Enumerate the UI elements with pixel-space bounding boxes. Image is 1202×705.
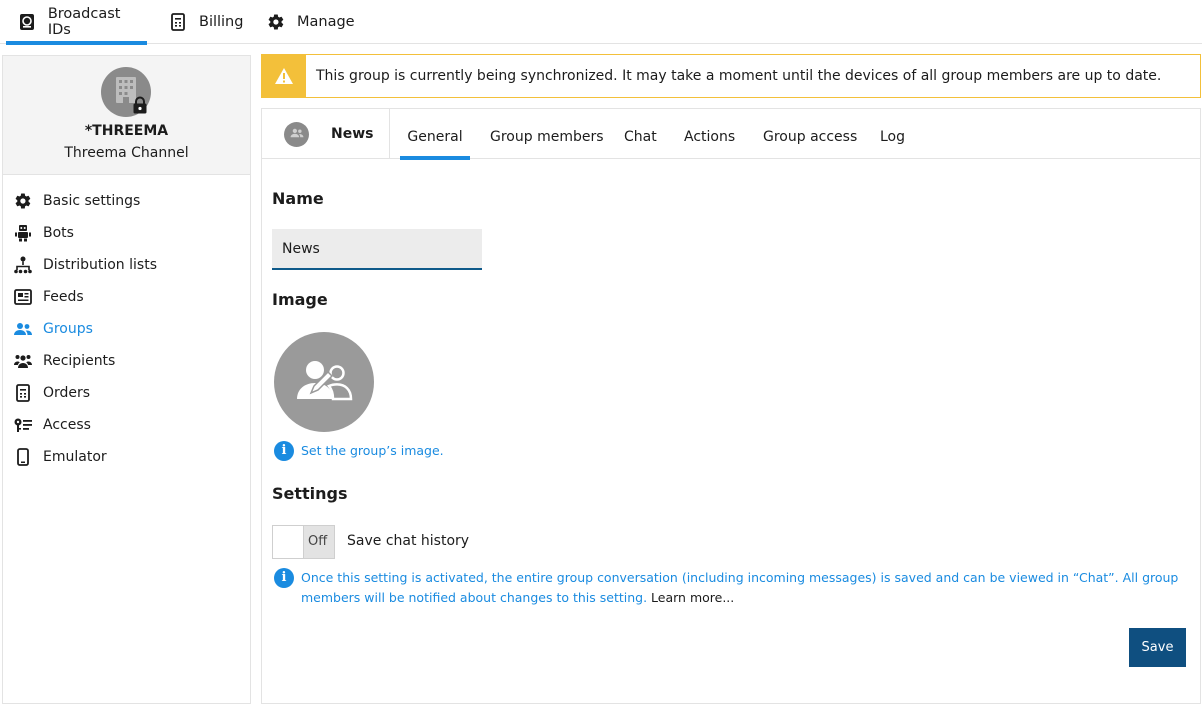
sidebar-item-recipients[interactable]: Recipients: [3, 345, 250, 377]
chat-hint-text: Once this setting is activated, the enti…: [301, 570, 1179, 605]
recipients-icon: [14, 352, 32, 370]
sidebar-item-label: Basic settings: [43, 193, 141, 209]
name-heading: Name: [272, 189, 324, 208]
sidebar-item-label: Emulator: [43, 449, 107, 465]
sidebar-item-groups[interactable]: Groups: [3, 313, 250, 345]
group-name: News: [331, 126, 374, 142]
robot-icon: [14, 224, 32, 242]
image-heading: Image: [272, 290, 328, 309]
tab-broadcast-ids[interactable]: Broadcast IDs: [6, 0, 147, 45]
tab-label: Broadcast IDs: [47, 6, 121, 38]
gear-icon: [267, 13, 285, 31]
sidebar-item-bots[interactable]: Bots: [3, 217, 250, 249]
orders-icon: [14, 384, 32, 402]
tab-billing[interactable]: Billing: [169, 0, 243, 44]
sidebar-item-feeds[interactable]: Feeds: [3, 281, 250, 313]
sync-warning-banner: This group is currently being synchroniz…: [261, 54, 1201, 98]
key-icon: [14, 416, 32, 434]
group-avatar: [284, 121, 309, 147]
learn-more-link[interactable]: Learn more...: [651, 590, 734, 605]
warning-icon: [262, 55, 306, 97]
lock-icon: [132, 96, 148, 114]
tab-log[interactable]: Log: [880, 109, 905, 159]
tab-actions[interactable]: Actions: [684, 109, 735, 159]
billing-icon: [169, 13, 187, 31]
sidebar-item-basic-settings[interactable]: Basic settings: [3, 185, 250, 217]
sidebar-item-label: Feeds: [43, 289, 84, 305]
account-type: Threema Channel: [64, 145, 189, 161]
sidebar: *THREEMA Threema Channel Basic settings …: [2, 55, 251, 704]
top-navigation: Broadcast IDs Billing Manage: [0, 0, 1202, 45]
sidebar-item-label: Groups: [43, 321, 93, 337]
sidebar-item-access[interactable]: Access: [3, 409, 250, 441]
save-chat-history-toggle[interactable]: Off: [272, 525, 335, 559]
toggle-label: Save chat history: [347, 533, 470, 549]
tab-group-members[interactable]: Group members: [490, 109, 604, 159]
image-hint-text: Set the group’s image.: [301, 443, 444, 458]
alert-message: This group is currently being synchroniz…: [316, 68, 1162, 84]
chat-history-hint: i Once this setting is activated, the en…: [274, 568, 1189, 608]
hierarchy-icon: [14, 256, 32, 274]
phone-icon: [14, 448, 32, 466]
group-tabs-bar: News General Group members Chat Actions …: [262, 109, 1200, 160]
tab-label: Billing: [199, 14, 244, 30]
group-name-input[interactable]: [272, 229, 482, 270]
sidebar-item-orders[interactable]: Orders: [3, 377, 250, 409]
sidebar-item-label: Recipients: [43, 353, 116, 369]
sidebar-item-emulator[interactable]: Emulator: [3, 441, 250, 473]
toggle-knob: [273, 526, 304, 558]
broadcast-id-icon: [18, 13, 36, 31]
group-title: News: [262, 109, 390, 159]
gear-icon: [14, 192, 32, 210]
save-button[interactable]: Save: [1129, 628, 1186, 667]
info-icon: i: [274, 441, 294, 461]
sidebar-item-label: Orders: [43, 385, 91, 401]
info-icon: i: [274, 568, 294, 588]
sidebar-menu: Basic settings Bots Distribution lists F…: [3, 175, 250, 473]
sidebar-item-label: Distribution lists: [43, 257, 157, 273]
group-panel: News General Group members Chat Actions …: [261, 108, 1201, 704]
edit-group-image-icon: [295, 359, 353, 405]
tab-general[interactable]: General: [400, 109, 470, 160]
sidebar-item-distribution-lists[interactable]: Distribution lists: [3, 249, 250, 281]
chat-hint-body: Once this setting is activated, the enti…: [301, 568, 1189, 608]
sidebar-item-label: Access: [43, 417, 91, 433]
group-image-picker[interactable]: [274, 332, 374, 432]
account-header: *THREEMA Threema Channel: [3, 56, 250, 175]
image-hint: i Set the group’s image.: [274, 441, 444, 461]
tab-label: Manage: [297, 14, 355, 30]
account-name: *THREEMA: [84, 123, 169, 139]
tab-group-access[interactable]: Group access: [763, 109, 857, 159]
group-icon: [290, 126, 304, 142]
tab-manage[interactable]: Manage: [267, 0, 355, 44]
tab-chat[interactable]: Chat: [624, 109, 657, 159]
feed-icon: [14, 288, 32, 306]
toggle-state: Off: [308, 534, 328, 549]
groups-icon: [14, 320, 32, 338]
settings-heading: Settings: [272, 484, 348, 503]
sidebar-item-label: Bots: [43, 225, 74, 241]
